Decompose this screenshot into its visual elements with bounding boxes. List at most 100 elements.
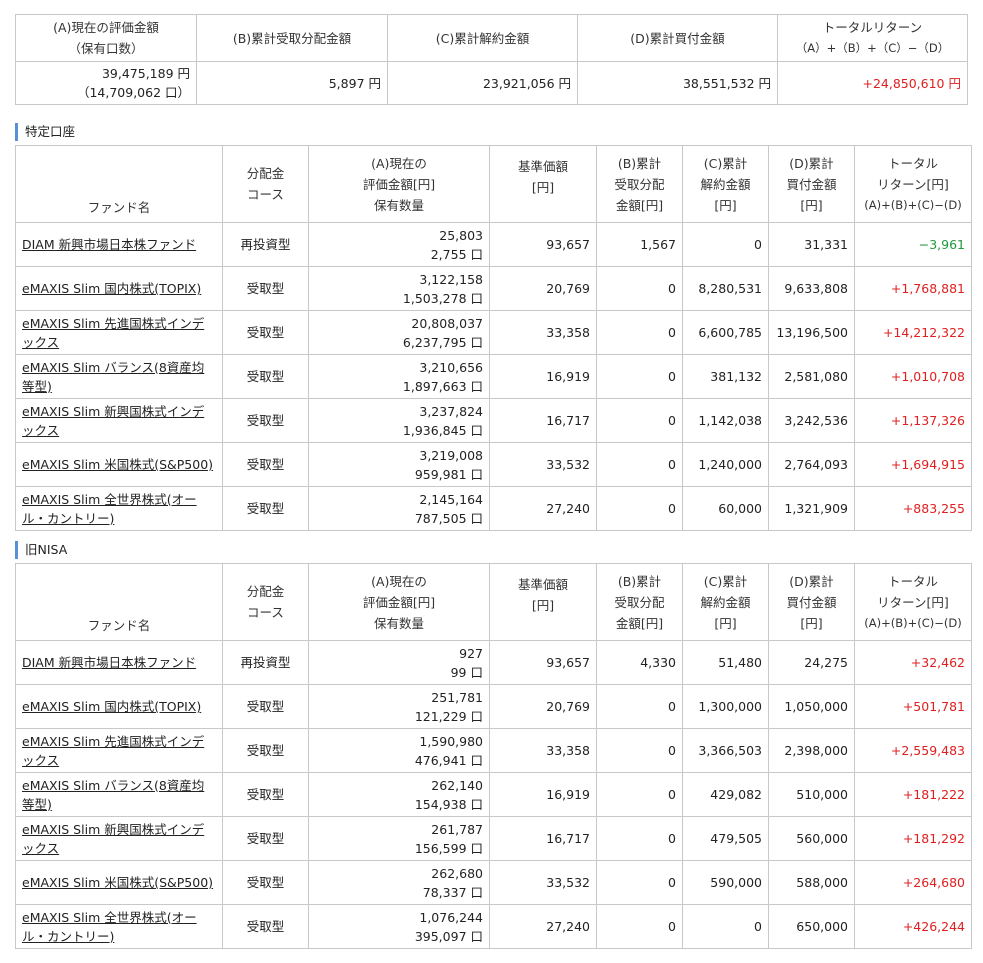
fund-name-cell: DIAM 新興市場日本株ファンド [15,222,223,267]
fund-units: 787,505 口 [414,510,483,526]
fund-distribution: 0 [596,684,683,729]
fund-total-return: +1,694,915 [854,442,972,487]
fund-name-link[interactable]: eMAXIS Slim 国内株式(TOPIX) [22,281,201,296]
fund-table-nisa: ファンド名 分配金 コース (A)現在の 評価金額[円] 保有数量 基準価額 [円] (B)累計… [15,563,972,949]
fund-total-return: +181,292 [854,816,972,861]
fund-units: 78,337 口 [422,884,483,900]
fund-row: eMAXIS Slim 米国株式(S&P500) 受取型 262,680 78,337… [15,860,972,905]
fund-base-price: 27,240 [489,486,597,531]
fund-purchase: 2,581,080 [768,354,855,399]
fund-header-row: ファンド名 分配金 コース (A)現在の 評価金額[円] 保有数量 基準価額 [円] (B)累計… [15,563,972,641]
fund-amount-cell: 3,219,008 959,981 口 [308,442,490,487]
fund-distribution: 4,330 [596,640,683,685]
fund-name-cell: eMAXIS Slim 先進国株式インデックス [15,310,223,355]
fund-name-cell: eMAXIS Slim 国内株式(TOPIX) [15,684,223,729]
fund-course: 受取型 [222,904,309,949]
fund-name-link[interactable]: eMAXIS Slim 米国株式(S&P500) [22,875,213,890]
fund-base-price: 16,919 [489,772,597,817]
fund-total-return: −3,961 [854,222,972,267]
summary-value-b: 5,897 円 [196,61,388,105]
fund-total-return: +883,255 [854,486,972,531]
fund-base-price: 16,717 [489,816,597,861]
header-total-return: トータル リターン[円] (A)+(B)+(C)−(D) [854,145,972,223]
fund-purchase: 24,275 [768,640,855,685]
fund-name-link[interactable]: DIAM 新興市場日本株ファンド [22,655,196,670]
fund-name-cell: eMAXIS Slim 全世界株式(オール・カントリー) [15,904,223,949]
fund-name-link[interactable]: eMAXIS Slim 先進国株式インデックス [22,316,204,350]
section-title-nisa: 旧NISA [15,541,67,559]
fund-row: DIAM 新興市場日本株ファンド 再投資型 927 99 口 93,657 4,330 51… [15,640,972,685]
fund-units: 156,599 口 [414,840,483,856]
fund-row: DIAM 新興市場日本株ファンド 再投資型 25,803 2,755 口 93,657 1… [15,222,972,267]
fund-units: 99 口 [450,664,483,680]
fund-total-return: +181,222 [854,772,972,817]
header-total-return: トータル リターン[円] (A)+(B)+(C)−(D) [854,563,972,641]
fund-name-cell: eMAXIS Slim 新興国株式インデックス [15,398,223,443]
fund-name-link[interactable]: eMAXIS Slim 新興国株式インデックス [22,822,204,856]
fund-purchase: 588,000 [768,860,855,905]
fund-name-link[interactable]: DIAM 新興市場日本株ファンド [22,237,196,252]
fund-course: 受取型 [222,486,309,531]
fund-name-link[interactable]: eMAXIS Slim 先進国株式インデックス [22,734,204,768]
fund-units: 1,897,663 口 [402,378,483,394]
fund-row: eMAXIS Slim バランス(8資産均等型) 受取型 262,140 154,93… [15,772,972,817]
fund-units: 154,938 口 [414,796,483,812]
fund-name-link[interactable]: eMAXIS Slim 全世界株式(オール・カントリー) [22,492,197,526]
summary-table: (A)現在の評価金額 （保有口数） (B)累計受取分配金額 (C)累計解約金額 … [15,14,968,105]
fund-total-return: +2,559,483 [854,728,972,773]
fund-units: 1,936,845 口 [402,422,483,438]
fund-redemption: 8,280,531 [682,266,769,311]
fund-distribution: 0 [596,728,683,773]
fund-course: 再投資型 [222,640,309,685]
header-course: 分配金 コース [222,145,309,223]
fund-purchase: 9,633,808 [768,266,855,311]
summary-header-b: (B)累計受取分配金額 [196,14,388,62]
fund-redemption: 1,142,038 [682,398,769,443]
fund-name-cell: eMAXIS Slim 先進国株式インデックス [15,728,223,773]
fund-amount: 261,787 [431,821,483,837]
fund-units: 1,503,278 口 [402,290,483,306]
fund-redemption: 3,366,503 [682,728,769,773]
fund-amount: 3,237,824 [419,403,483,419]
summary-header-total: トータルリターン （A）+（B）+（C）−（D） [777,14,968,62]
summary-header-row: (A)現在の評価金額 （保有口数） (B)累計受取分配金額 (C)累計解約金額 … [15,14,968,62]
fund-distribution: 0 [596,354,683,399]
fund-name-link[interactable]: eMAXIS Slim バランス(8資産均等型) [22,778,204,812]
fund-units: 2,755 口 [430,246,483,262]
fund-distribution: 0 [596,772,683,817]
fund-base-price: 16,717 [489,398,597,443]
fund-units: 395,097 口 [414,928,483,944]
fund-name-link[interactable]: eMAXIS Slim バランス(8資産均等型) [22,360,204,394]
fund-base-price: 20,769 [489,266,597,311]
fund-distribution: 0 [596,310,683,355]
fund-name-link[interactable]: eMAXIS Slim 国内株式(TOPIX) [22,699,201,714]
fund-row: eMAXIS Slim 全世界株式(オール・カントリー) 受取型 2,145,164… [15,486,972,531]
fund-units: 121,229 口 [414,708,483,724]
header-fund-name: ファンド名 [15,563,223,641]
fund-units: 476,941 口 [414,752,483,768]
fund-amount-cell: 927 99 口 [308,640,490,685]
fund-amount-cell: 1,076,244 395,097 口 [308,904,490,949]
fund-purchase: 2,764,093 [768,442,855,487]
fund-total-return: +32,462 [854,640,972,685]
fund-table-tokutei: ファンド名 分配金 コース (A)現在の 評価金額[円] 保有数量 基準価額 [円] (B)累計… [15,145,972,531]
fund-distribution: 0 [596,398,683,443]
header-base-price: 基準価額 [円] [489,563,597,641]
fund-amount-cell: 3,237,824 1,936,845 口 [308,398,490,443]
fund-amount-cell: 2,145,164 787,505 口 [308,486,490,531]
fund-amount: 262,680 [431,865,483,881]
fund-base-price: 33,358 [489,728,597,773]
fund-redemption: 381,132 [682,354,769,399]
fund-redemption: 0 [682,222,769,267]
fund-distribution: 0 [596,816,683,861]
header-distribution: (B)累計 受取分配 金額[円] [596,563,683,641]
fund-name-cell: eMAXIS Slim バランス(8資産均等型) [15,772,223,817]
summary-header-d: (D)累計買付金額 [577,14,778,62]
fund-course: 受取型 [222,816,309,861]
header-redemption: (C)累計 解約金額 [円] [682,563,769,641]
header-purchase: (D)累計 買付金額 [円] [768,563,855,641]
fund-name-link[interactable]: eMAXIS Slim 新興国株式インデックス [22,404,204,438]
fund-name-link[interactable]: eMAXIS Slim 米国株式(S&P500) [22,457,213,472]
fund-row: eMAXIS Slim 国内株式(TOPIX) 受取型 251,781 121,229… [15,684,972,729]
fund-name-link[interactable]: eMAXIS Slim 全世界株式(オール・カントリー) [22,910,197,944]
